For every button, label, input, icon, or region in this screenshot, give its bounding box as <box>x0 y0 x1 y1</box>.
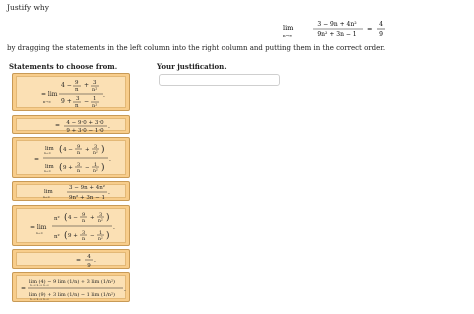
s1-den: 9 + <box>61 98 72 105</box>
s1-d3b: n <box>75 103 79 109</box>
s4-sub: n→∞ <box>43 195 50 199</box>
statement-card-1[interactable]: = lim n→∞ 4 − 9 n + 3 n² 9 + 3 n − 1 n² … <box>12 73 130 111</box>
s7-eq: = <box>21 285 26 292</box>
s5-eq: = lim <box>30 224 47 231</box>
s5-sub: n→∞ <box>36 231 43 235</box>
s3-dn2b: n² <box>93 168 98 174</box>
s2-num: 4 − 9·0 + 3·0 <box>66 120 104 126</box>
s1-num: 4 − <box>61 82 72 89</box>
statement-5-math: = lim n→∞ n² ( 4 − 9 n + 3 n² ) n² ( 9 +… <box>30 212 115 242</box>
s1-n3b: 3 <box>76 96 80 102</box>
s7-den: lim (9) + 3 lim (1/n) − 1 lim (1/n²) <box>29 291 115 298</box>
statement-card-5[interactable]: = lim n→∞ n² ( 4 − 9 n + 3 n² ) n² ( 9 +… <box>12 205 130 246</box>
s7-den-sub: n→∞ n→∞ n→∞ <box>30 298 49 301</box>
goal-lim: lim <box>283 24 293 32</box>
s4-den: 9n² + 3n − 1 <box>69 194 105 201</box>
goal-math: lim n→∞ 3 − 9n + 4n² 9n² + 3n − 1 = 4 9 <box>283 21 385 38</box>
statement-4-math: lim n→∞ 3 − 9n + 4n² 9n² + 3n − 1 . <box>43 184 110 201</box>
s5-p4: ) <box>106 230 110 241</box>
s1-minus: − <box>84 98 89 105</box>
s3-sub1: n→∞ <box>44 151 51 155</box>
statement-card-4[interactable]: lim n→∞ 3 − 9n + 4n² 9n² + 3n − 1 . <box>12 181 130 201</box>
s1-d9: n <box>75 87 79 93</box>
s2-dot: . <box>108 123 110 130</box>
left-column-header: Statements to choose from. <box>9 62 118 71</box>
s1-sub: n→∞ <box>43 100 51 104</box>
s5-t1: 4 − <box>68 215 78 221</box>
s2-den: 9 + 3·0 − 1·0 <box>66 128 104 134</box>
s3-dnb: n <box>77 168 81 174</box>
s4-num: 3 − 9n + 4n² <box>69 184 105 191</box>
s3-eq: = <box>34 156 39 163</box>
goal-lim-sub: n→∞ <box>283 33 292 38</box>
s2-eq: = <box>55 122 60 129</box>
intro-text: Justify why <box>7 3 49 12</box>
s3-dot: . <box>109 156 111 163</box>
s5-p1: ( <box>64 212 68 223</box>
statement-card-3[interactable]: = lim n→∞ ( 4 − 9 n + 3 n² ) lim n→∞ ( 9… <box>12 137 130 178</box>
s5-p3: ( <box>64 230 68 241</box>
statement-2-math: = 4 − 9·0 + 3·0 9 + 3·0 − 1·0 . <box>55 120 110 134</box>
s3-term2: 9 + <box>63 165 73 171</box>
s4-dot: . <box>108 189 110 196</box>
goal-expression: lim n→∞ 3 − 9n + 4n² 9n² + 3n − 1 = 4 9 <box>283 20 463 40</box>
s6-dot: . <box>94 257 96 264</box>
s5-dnb: n <box>82 236 86 242</box>
statement-6-math: = 4 9 . <box>76 254 96 269</box>
s5-dn2: n² <box>98 218 103 224</box>
s5-dn: n <box>82 218 86 224</box>
s3-term1: 4 − <box>63 147 73 153</box>
statement-card-2[interactable]: = 4 − 9·0 + 3·0 9 + 3·0 − 1·0 . <box>12 115 130 134</box>
justification-dropzone[interactable] <box>159 74 280 86</box>
goal-equals: = <box>367 25 372 33</box>
s6-den: 9 <box>87 263 91 269</box>
goal-result-num: 4 <box>379 21 383 28</box>
statement-7-math: = lim (4) − 9 lim (1/n) + 3 lim (1/n²) n… <box>21 278 126 301</box>
s1-n9: 9 <box>75 80 79 86</box>
s1-d1: n² <box>92 103 97 109</box>
s1-n1: 1 <box>93 96 97 102</box>
s7-dot: . <box>124 286 126 293</box>
s3-minus: − <box>85 165 90 171</box>
s5-n2b: n² <box>54 233 60 240</box>
right-column-header: Your justification. <box>157 62 227 71</box>
statement-card-6[interactable]: = 4 9 . <box>12 249 130 269</box>
statement-1-math: = lim n→∞ 4 − 9 n + 3 n² 9 + 3 n − 1 n² … <box>41 80 105 109</box>
s6-num: 4 <box>87 254 91 260</box>
goal-denominator: 9n² + 3n − 1 <box>317 31 356 38</box>
s1-dot: . <box>103 92 105 99</box>
s3-paren1: ( <box>59 144 63 155</box>
s1-eq: = lim <box>41 91 58 98</box>
instruction-text: by dragging the statements in the left c… <box>7 44 386 52</box>
s3-paren4: ) <box>101 162 105 173</box>
s3-paren3: ( <box>59 162 63 173</box>
goal-result-den: 9 <box>379 31 383 38</box>
s1-n3: 3 <box>93 80 97 86</box>
statement-card-7[interactable]: = lim (4) − 9 lim (1/n) + 3 lim (1/n²) n… <box>12 272 130 302</box>
s5-plus: + <box>90 215 95 221</box>
goal-numerator: 3 − 9n + 4n² <box>317 21 357 28</box>
s6-eq: = <box>76 257 81 264</box>
s3-paren2: ) <box>101 144 105 155</box>
s5-dot: . <box>113 224 115 231</box>
s7-num-sub: n→∞ n→∞ n→∞ <box>30 284 49 287</box>
s1-plus: + <box>84 82 89 89</box>
s5-t2: 9 + <box>68 233 78 239</box>
s5-p2: ) <box>106 212 110 223</box>
s3-dn: n <box>77 150 81 156</box>
s3-sub2: n→∞ <box>44 169 51 173</box>
s5-n2a: n² <box>54 215 60 222</box>
s5-minus: − <box>90 233 95 239</box>
s3-dn2: n² <box>93 150 98 156</box>
s1-d3: n² <box>92 87 97 93</box>
s5-dn2b: n² <box>98 236 103 242</box>
statement-3-math: = lim n→∞ ( 4 − 9 n + 3 n² ) lim n→∞ ( 9… <box>34 144 111 174</box>
s3-plus: + <box>85 147 90 153</box>
